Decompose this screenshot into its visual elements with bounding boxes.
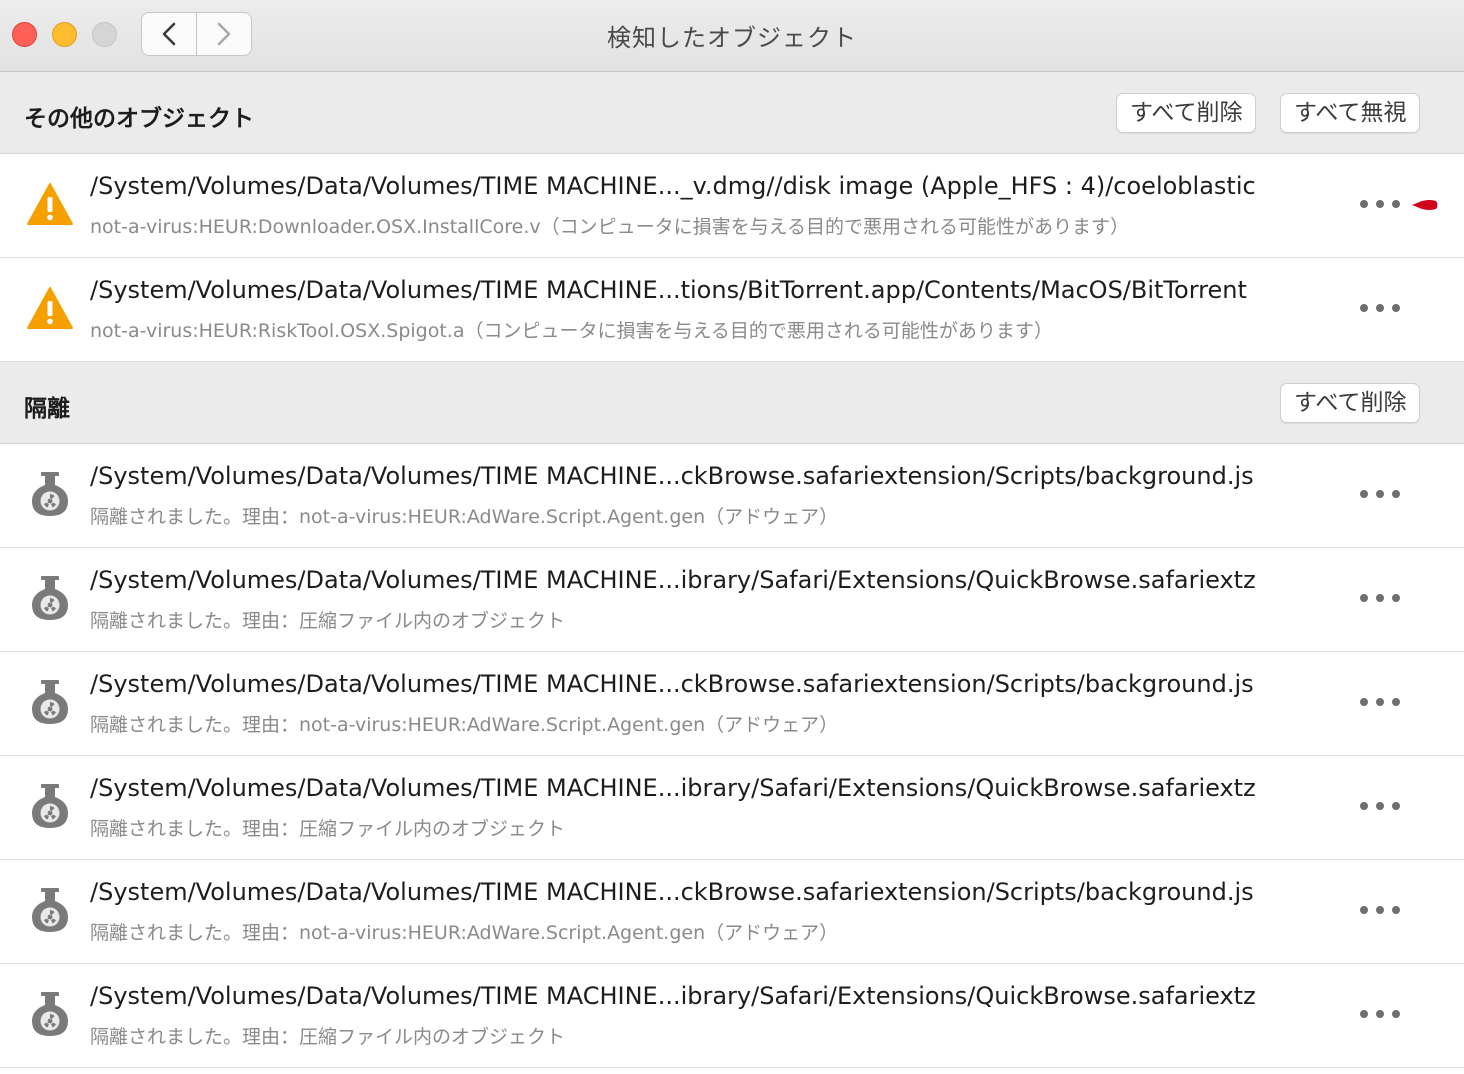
- object-description: 隔離されました。理由：圧縮ファイル内のオブジェクト: [90, 818, 566, 840]
- object-path: /System/Volumes/Data/Volumes/TIME MACHIN…: [90, 276, 1247, 304]
- window-title: 検知したオブジェクト: [607, 24, 857, 52]
- object-description: not-a-virus:HEUR:RiskTool.OSX.Spigot.a（コ…: [90, 320, 1053, 342]
- section-header-other-objects: その他のオブジェクト すべて削除 すべて無視: [0, 72, 1464, 154]
- object-description: not-a-virus:HEUR:Downloader.OSX.InstallC…: [90, 216, 1130, 238]
- more-options-button[interactable]: [1360, 1002, 1400, 1026]
- list-item[interactable]: /System/Volumes/Data/Volumes/TIME MACHIN…: [0, 444, 1464, 548]
- section-header-quarantine: 隔離 すべて削除: [0, 362, 1464, 444]
- list-item[interactable]: /System/Volumes/Data/Volumes/TIME MACHIN…: [0, 154, 1464, 258]
- more-options-button[interactable]: [1360, 482, 1400, 506]
- object-description: 隔離されました。理由：圧縮ファイル内のオブジェクト: [90, 1026, 566, 1048]
- biohazard-flask-icon: [32, 680, 68, 724]
- delete-all-quarantine-button[interactable]: すべて削除: [1280, 383, 1421, 423]
- red-pointer-icon: [1412, 200, 1438, 210]
- detected-objects-window: 検知したオブジェクト その他のオブジェクト すべて削除 すべて無視 /Syste…: [0, 0, 1464, 1074]
- section-title-quarantine: 隔離: [24, 396, 70, 422]
- more-options-button[interactable]: [1360, 296, 1400, 320]
- biohazard-flask-icon: [32, 576, 68, 620]
- biohazard-flask-icon: [32, 888, 68, 932]
- object-description: 隔離されました。理由：圧縮ファイル内のオブジェクト: [90, 610, 566, 632]
- delete-all-other-button[interactable]: すべて削除: [1116, 93, 1257, 133]
- object-path: /System/Volumes/Data/Volumes/TIME MACHIN…: [90, 878, 1254, 906]
- object-description: 隔離されました。理由：not-a-virus:HEUR:AdWare.Scrip…: [90, 922, 839, 944]
- list-item[interactable]: /System/Volumes/Data/Volumes/TIME MACHIN…: [0, 860, 1464, 964]
- list-item[interactable]: /System/Volumes/Data/Volumes/TIME MACHIN…: [0, 548, 1464, 652]
- list-item[interactable]: /System/Volumes/Data/Volumes/TIME MACHIN…: [0, 652, 1464, 756]
- warning-triangle-icon: [27, 287, 73, 329]
- biohazard-flask-icon: [32, 784, 68, 828]
- object-description: 隔離されました。理由：not-a-virus:HEUR:AdWare.Scrip…: [90, 714, 839, 736]
- ignore-all-button[interactable]: すべて無視: [1280, 93, 1421, 133]
- object-path: /System/Volumes/Data/Volumes/TIME MACHIN…: [90, 172, 1256, 200]
- object-path: /System/Volumes/Data/Volumes/TIME MACHIN…: [90, 774, 1256, 802]
- object-description: 隔離されました。理由：not-a-virus:HEUR:AdWare.Scrip…: [90, 506, 839, 528]
- object-path: /System/Volumes/Data/Volumes/TIME MACHIN…: [90, 982, 1256, 1010]
- warning-triangle-icon: [27, 183, 73, 225]
- list-item[interactable]: /System/Volumes/Data/Volumes/TIME MACHIN…: [0, 258, 1464, 362]
- object-path: /System/Volumes/Data/Volumes/TIME MACHIN…: [90, 566, 1256, 594]
- list-item[interactable]: /System/Volumes/Data/Volumes/TIME MACHIN…: [0, 964, 1464, 1068]
- more-options-button[interactable]: [1360, 586, 1400, 610]
- biohazard-flask-icon: [32, 472, 68, 516]
- section-title-other-objects: その他のオブジェクト: [24, 106, 254, 132]
- list-item[interactable]: /System/Volumes/Data/Volumes/TIME MACHIN…: [0, 756, 1464, 860]
- object-path: /System/Volumes/Data/Volumes/TIME MACHIN…: [90, 462, 1254, 490]
- biohazard-flask-icon: [32, 992, 68, 1036]
- more-options-button[interactable]: [1360, 690, 1400, 714]
- more-options-button[interactable]: [1360, 192, 1400, 216]
- more-options-button[interactable]: [1360, 898, 1400, 922]
- object-path: /System/Volumes/Data/Volumes/TIME MACHIN…: [90, 670, 1254, 698]
- more-options-button[interactable]: [1360, 794, 1400, 818]
- title-bar: 検知したオブジェクト: [0, 0, 1464, 72]
